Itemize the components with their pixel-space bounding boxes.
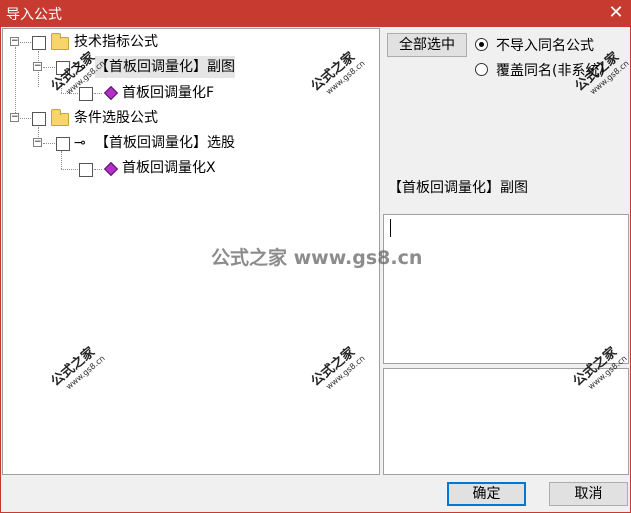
tree-group-label[interactable]: 条件选股公式 bbox=[74, 107, 158, 129]
title-bar: 导入公式 ✕ bbox=[0, 0, 631, 27]
folder-icon bbox=[51, 33, 69, 50]
skip-duplicate-label[interactable]: 不导入同名公式 bbox=[496, 35, 594, 55]
tree-checkbox[interactable] bbox=[32, 36, 46, 50]
tree-checkbox[interactable] bbox=[79, 163, 93, 177]
formula-description-box[interactable] bbox=[383, 214, 629, 364]
formula-name-display: 【首板回调量化】副图 bbox=[388, 180, 528, 196]
gem-icon bbox=[103, 85, 119, 101]
key-icon: ⊸ bbox=[74, 135, 86, 151]
window-title: 导入公式 bbox=[6, 7, 62, 23]
close-icon[interactable]: ✕ bbox=[601, 0, 631, 27]
folder-icon bbox=[51, 109, 69, 126]
center-watermark: 公式之家 www.gs8.cn bbox=[211, 247, 423, 269]
ok-button[interactable]: 确定 bbox=[447, 482, 526, 506]
tree-checkbox[interactable] bbox=[56, 137, 70, 151]
tree-expander[interactable]: − bbox=[33, 138, 42, 147]
cancel-button[interactable]: 取消 bbox=[549, 482, 628, 506]
tree-leaf-label[interactable]: 首板回调量化F bbox=[122, 82, 214, 104]
tree-formula-label[interactable]: 【首板回调量化】副图 bbox=[95, 56, 235, 78]
tree-leaf-label[interactable]: 首板回调量化X bbox=[122, 157, 216, 179]
tree-formula-label[interactable]: 【首板回调量化】选股 bbox=[95, 132, 235, 154]
tree-expander[interactable]: − bbox=[33, 62, 42, 71]
gem-icon bbox=[103, 161, 119, 177]
tree-checkbox[interactable] bbox=[79, 87, 93, 101]
overwrite-duplicate-radio[interactable] bbox=[475, 63, 488, 76]
text-caret bbox=[390, 219, 391, 237]
tree-checkbox[interactable] bbox=[32, 112, 46, 126]
select-all-button[interactable]: 全部选中 bbox=[387, 33, 467, 57]
skip-duplicate-radio[interactable] bbox=[475, 38, 488, 51]
tree-expander[interactable]: − bbox=[10, 37, 19, 46]
tree-expander[interactable]: − bbox=[10, 113, 19, 122]
